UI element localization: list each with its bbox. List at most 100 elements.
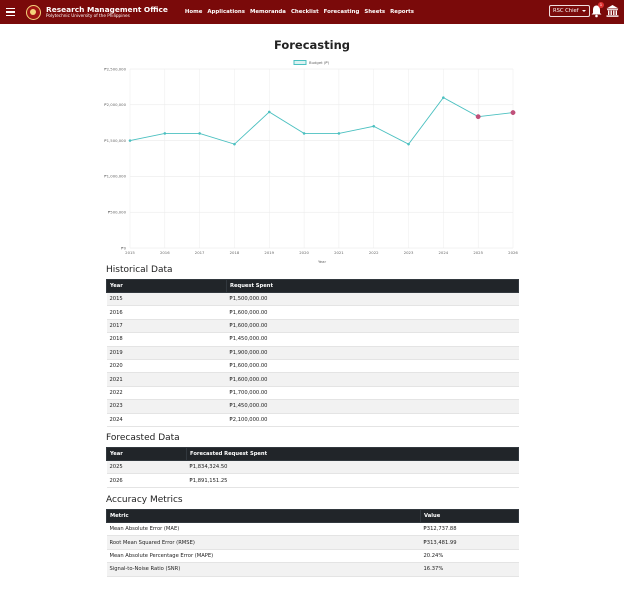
x-tick-label: 2018 bbox=[230, 250, 240, 255]
data-point[interactable] bbox=[302, 132, 306, 135]
table-row: 2025 ₱1,834,324.50 bbox=[106, 460, 519, 475]
table-row: Mean Absolute Percentage Error (MAPE) 20.… bbox=[106, 549, 519, 564]
building-icon[interactable] bbox=[606, 4, 619, 18]
table-row: 2021 ₱1,600,000.00 bbox=[106, 372, 519, 387]
cell-value: ₱1,700,000.00 bbox=[226, 386, 519, 401]
cell-value: ₱1,900,000.00 bbox=[226, 346, 519, 360]
x-tick-label: 2025 bbox=[473, 250, 483, 255]
table-row: 2026 ₱1,891,151.25 bbox=[106, 473, 519, 488]
cell-value: ₱1,600,000.00 bbox=[226, 372, 519, 387]
x-tick-label: 2022 bbox=[369, 250, 379, 255]
column-header-metric: Metric bbox=[106, 509, 421, 523]
data-point[interactable] bbox=[407, 142, 410, 146]
table-header-row: Metric Value bbox=[106, 509, 519, 523]
data-point[interactable] bbox=[163, 132, 167, 135]
table-header-row: Year Request Spent bbox=[106, 279, 519, 293]
data-point[interactable] bbox=[267, 110, 271, 114]
cell-metric: Signal-to-Noise Ratio (SNR) bbox=[106, 562, 421, 577]
nav-link-sheets[interactable]: Sheets bbox=[364, 9, 385, 15]
cell-value: 16.37% bbox=[420, 562, 519, 577]
x-tick-label: 2017 bbox=[195, 250, 205, 255]
y-tick-label: ₱2,000,000 bbox=[104, 102, 126, 107]
cell-metric: Mean Absolute Error (MAE) bbox=[106, 522, 421, 537]
x-tick-label: 2020 bbox=[299, 250, 309, 255]
role-label: RSC Chief bbox=[553, 8, 579, 14]
cell-value: ₱1,600,000.00 bbox=[226, 359, 519, 374]
cell-year: 2018 bbox=[106, 332, 227, 347]
data-point[interactable] bbox=[372, 124, 376, 128]
cell-year: 2019 bbox=[106, 346, 227, 360]
cell-value: ₱1,834,324.50 bbox=[186, 460, 519, 475]
nav-link-applications[interactable]: Applications bbox=[207, 9, 245, 15]
forecast-point[interactable] bbox=[475, 114, 481, 120]
cell-value: ₱312,737.88 bbox=[420, 522, 519, 537]
brand[interactable]: Research Management Office Polytechnic U… bbox=[46, 5, 168, 19]
cell-year: 2025 bbox=[106, 460, 187, 475]
cell-metric: Mean Absolute Percentage Error (MAPE) bbox=[106, 549, 421, 564]
y-tick-label: ₱2,500,000 bbox=[104, 66, 126, 71]
nav-link-reports[interactable]: Reports bbox=[390, 9, 414, 15]
chart-points bbox=[128, 96, 516, 146]
table-row: Root Mean Squared Error (RMSE) ₱313,481.9… bbox=[106, 535, 519, 550]
cell-value: ₱1,450,000.00 bbox=[226, 399, 519, 414]
table-row: 2015 ₱1,500,000.00 bbox=[106, 292, 519, 307]
brand-subtitle: Polytechnic University of the Philippine… bbox=[46, 13, 130, 19]
data-point[interactable] bbox=[442, 96, 445, 99]
data-point[interactable] bbox=[128, 139, 132, 142]
x-tick-label: 2015 bbox=[125, 250, 135, 255]
data-point[interactable] bbox=[233, 142, 236, 146]
table-header-row: Year Forecasted Request Spent bbox=[106, 447, 519, 461]
y-tick-label: ₱1,000,000 bbox=[104, 174, 126, 179]
university-logo[interactable] bbox=[26, 4, 41, 20]
data-point[interactable] bbox=[198, 132, 201, 135]
x-tick-label: 2023 bbox=[404, 250, 414, 255]
nav-link-forecasting[interactable]: Forecasting bbox=[324, 9, 360, 15]
table-row: 2016 ₱1,600,000.00 bbox=[106, 305, 519, 320]
cell-year: 2021 bbox=[106, 372, 227, 387]
cell-value: ₱2,100,000.00 bbox=[226, 413, 519, 427]
chart-ticks: ₱0₱500,000₱1,000,000₱1,500,000₱2,000,000… bbox=[104, 66, 518, 255]
column-header-request-spent: Request Spent bbox=[226, 279, 519, 293]
column-header-value: Value bbox=[420, 509, 519, 523]
table-row: 2018 ₱1,450,000.00 bbox=[106, 332, 519, 347]
table-row: 2024 ₱2,100,000.00 bbox=[106, 413, 519, 427]
nav-link-checklist[interactable]: Checklist bbox=[291, 9, 319, 15]
menu-icon[interactable] bbox=[6, 0, 22, 24]
budget-forecast-chart: ₱0₱500,000₱1,000,000₱1,500,000₱2,000,000… bbox=[104, 60, 518, 264]
role-dropdown-button[interactable]: RSC Chief bbox=[549, 5, 590, 17]
cell-year: 2020 bbox=[106, 359, 227, 374]
legend-swatch[interactable] bbox=[293, 60, 307, 65]
data-point[interactable] bbox=[337, 132, 341, 135]
column-header-year: Year bbox=[106, 447, 187, 461]
x-tick-label: 2016 bbox=[160, 250, 170, 255]
x-tick-label: 2019 bbox=[264, 250, 274, 255]
top-navbar: Research Management Office Polytechnic U… bbox=[0, 0, 624, 24]
column-header-year: Year bbox=[106, 279, 227, 293]
metrics-table: Metric Value Mean Absolute Error (MAE) ₱3… bbox=[106, 509, 519, 577]
y-tick-label: ₱500,000 bbox=[108, 210, 127, 215]
cell-year: 2017 bbox=[106, 319, 227, 334]
cell-value: ₱313,481.99 bbox=[420, 535, 519, 550]
forecast-point[interactable] bbox=[510, 110, 516, 116]
cell-year: 2022 bbox=[106, 386, 227, 401]
x-axis-title: Year bbox=[318, 259, 326, 264]
table-row: 2023 ₱1,450,000.00 bbox=[106, 399, 519, 414]
nav-link-memoranda[interactable]: Memoranda bbox=[250, 9, 286, 15]
cell-year: 2026 bbox=[106, 473, 187, 488]
table-row: 2017 ₱1,600,000.00 bbox=[106, 319, 519, 334]
cell-year: 2023 bbox=[106, 399, 227, 414]
cell-value: 20.24% bbox=[420, 549, 519, 564]
column-header-forecasted-request-spent: Forecasted Request Spent bbox=[186, 447, 519, 461]
nav-link-home[interactable]: Home bbox=[185, 9, 203, 15]
accuracy-metrics-title: Accuracy Metrics bbox=[106, 495, 183, 505]
cell-year: 2015 bbox=[106, 292, 227, 307]
cell-year: 2024 bbox=[106, 413, 227, 427]
table-row: 2022 ₱1,700,000.00 bbox=[106, 386, 519, 401]
x-tick-label: 2021 bbox=[334, 250, 344, 255]
forecasted-table: Year Forecasted Request Spent 2025 ₱1,834… bbox=[106, 447, 519, 488]
table-row: Mean Absolute Error (MAE) ₱312,737.88 bbox=[106, 522, 519, 537]
cell-year: 2016 bbox=[106, 305, 227, 320]
page-title: Forecasting bbox=[273, 38, 351, 52]
y-tick-label: ₱1,500,000 bbox=[104, 138, 126, 143]
cell-value: ₱1,891,151.25 bbox=[186, 473, 519, 488]
